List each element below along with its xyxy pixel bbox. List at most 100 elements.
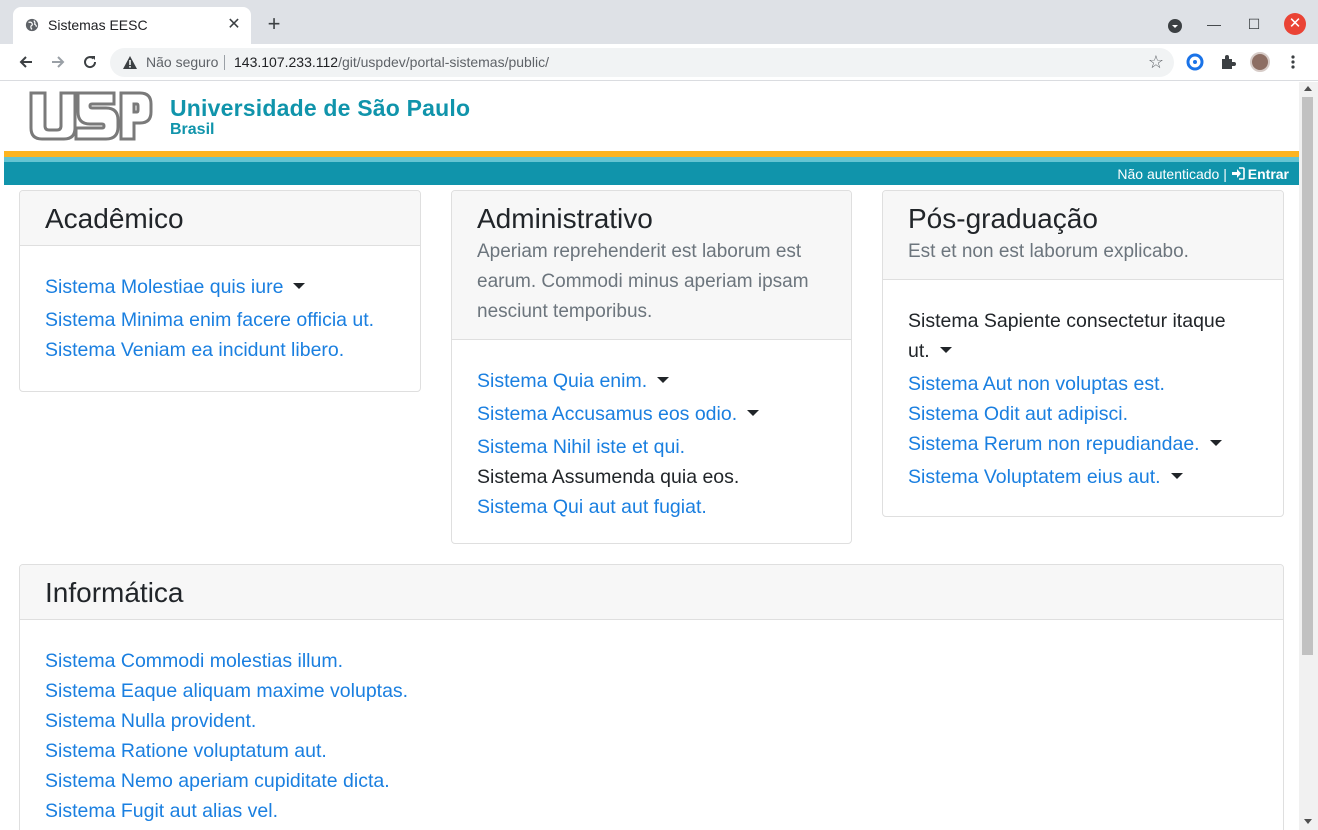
url-path: /git/uspdev/portal-sistemas/public/ (338, 54, 549, 70)
kebab-menu-icon[interactable] (1283, 52, 1303, 72)
back-button[interactable] (14, 50, 38, 74)
new-tab-button[interactable]: + (262, 13, 286, 37)
minimize-button[interactable]: — (1202, 12, 1226, 36)
scrollbar-thumb[interactable] (1302, 97, 1313, 655)
card-body: Sistema Quia enim. Sistema Accusamus eos… (452, 340, 851, 536)
list-item: Sistema Assumenda quia eos. (477, 462, 826, 492)
card-title: Informática (45, 577, 184, 608)
list-item: Sistema Quia enim. (477, 366, 826, 396)
forward-button[interactable] (46, 50, 70, 74)
system-link[interactable]: Sistema Nulla provident. (45, 710, 256, 732)
system-link[interactable]: Sistema Commodi molestias illum. (45, 650, 343, 672)
globe-icon (25, 18, 39, 32)
system-link[interactable]: Sistema Rerum non repudiandae. (908, 433, 1200, 455)
country-label: Brasil (170, 121, 215, 138)
system-link[interactable]: Sistema Nihil iste et qui. (477, 436, 685, 458)
list-item: Sistema Veniam ea incidunt libero. (45, 335, 395, 365)
system-link[interactable]: Sistema Qui aut aut fugiat. (477, 496, 707, 518)
scroll-down-icon[interactable] (1304, 819, 1312, 824)
auth-bar: Não autenticado | Entrar (4, 162, 1299, 185)
puzzle-extensions-icon[interactable] (1218, 52, 1238, 72)
maximize-button[interactable]: ☐ (1242, 12, 1266, 36)
card-header: Informática (20, 565, 1283, 620)
close-window-button[interactable]: ✕ (1284, 13, 1306, 35)
caret-down-icon[interactable] (657, 377, 670, 383)
system-link[interactable]: Sistema Voluptatem eius aut. (908, 466, 1161, 488)
system-link[interactable]: Sistema Fugit aut alias vel. (45, 800, 278, 822)
caret-down-icon[interactable] (1209, 440, 1222, 446)
list-item: Sistema Nihil iste et qui. (477, 432, 826, 462)
warning-icon[interactable] (123, 56, 137, 69)
list-item: Sistema Eaque aliquam maxime voluptas. (45, 676, 1258, 706)
address-bar[interactable]: Não seguro 143.107.233.112/git/uspdev/po… (110, 48, 1174, 77)
caret-down-icon[interactable] (293, 283, 306, 289)
list-item: Sistema Commodi molestias illum. (45, 646, 1258, 676)
card-title: Acadêmico (45, 203, 184, 234)
reload-icon (84, 56, 97, 69)
system-link[interactable]: Sistema Accusamus eos odio. (477, 403, 737, 425)
system-link[interactable]: Sistema Odit aut adipisci. (908, 403, 1128, 425)
card-header: Administrativo Aperiam reprehenderit est… (452, 191, 851, 340)
caret-down-icon[interactable] (939, 347, 952, 353)
card-body: Sistema Commodi molestias illum. Sistema… (20, 620, 1283, 830)
system-link[interactable]: Sistema Nemo aperiam cupiditate dicta. (45, 770, 390, 792)
scroll-up-icon[interactable] (1304, 86, 1312, 91)
caret-down-icon[interactable] (747, 410, 760, 416)
extension-refresh-icon[interactable] (1185, 52, 1205, 72)
caret-down-icon[interactable] (1170, 473, 1183, 479)
system-link[interactable]: Sistema Minima enim facere officia ut. (45, 309, 374, 331)
list-item: Sistema Molestiae quis iure (45, 272, 395, 302)
tab-strip: Sistemas EESC ✕ + — ☐ ✕ (0, 0, 1318, 44)
browser-toolbar: Não seguro 143.107.233.112/git/uspdev/po… (0, 44, 1318, 81)
auth-status: Não autenticado | (1117, 166, 1227, 182)
system-link[interactable]: Sistema Veniam ea incidunt libero. (45, 339, 344, 361)
card-header: Acadêmico (20, 191, 420, 246)
list-item: Sistema Nemo aperiam cupiditate dicta. (45, 766, 1258, 796)
list-item: Sistema Nulla provident. (45, 706, 1258, 736)
system-link[interactable]: Sistema Eaque aliquam maxime voluptas. (45, 680, 408, 702)
list-item: Sistema Fugit aut alias vel. (45, 796, 1258, 826)
login-link[interactable]: Entrar (1231, 166, 1289, 182)
university-name: Universidade de São Paulo (170, 95, 471, 121)
divider (224, 55, 225, 70)
list-item: Sistema Ratione voluptatum aut. (45, 736, 1258, 766)
list-item: Sistema Voluptatem eius aut. (908, 462, 1243, 492)
card-header: Pós-graduação Est et non est laborum exp… (883, 191, 1283, 280)
browser-tab[interactable]: Sistemas EESC ✕ (13, 7, 251, 44)
list-item: Sistema Aut non voluptas est. (908, 369, 1243, 399)
card-subtitle: Est et non est laborum explicabo. (908, 241, 1189, 262)
vertical-scrollbar[interactable] (1299, 82, 1318, 830)
bookmark-star-icon[interactable]: ☆ (1148, 52, 1164, 73)
card-academico: Acadêmico Sistema Molestiae quis iure Si… (19, 190, 421, 392)
system-link[interactable]: Sistema Aut non voluptas est. (908, 373, 1165, 395)
list-item: Sistema Sapiente consectetur itaque ut. (908, 306, 1243, 366)
tab-title: Sistemas EESC (48, 17, 148, 33)
list-item: Sistema Qui aut aut fugiat. (477, 492, 826, 522)
list-item: Sistema Rerum non repudiandae. (908, 429, 1243, 459)
sign-in-icon (1231, 167, 1245, 180)
close-tab-icon[interactable]: ✕ (225, 16, 243, 34)
system-link[interactable]: Sistema Ratione voluptatum aut. (45, 740, 327, 762)
system-label: Sistema Sapiente consectetur itaque ut. (908, 310, 1226, 362)
login-label: Entrar (1247, 166, 1289, 182)
system-link[interactable]: Sistema Quia enim. (477, 370, 647, 392)
usp-logo[interactable] (28, 90, 154, 142)
profile-avatar[interactable] (1250, 52, 1270, 72)
not-secure-label[interactable]: Não seguro (146, 54, 218, 70)
list-item: Sistema Accusamus eos odio. (477, 399, 826, 429)
site-header: Universidade de São Paulo Brasil Não aut… (4, 82, 1299, 185)
chrome-menu-dropdown-icon[interactable] (1168, 19, 1182, 33)
list-item: Sistema Minima enim facere officia ut. (45, 305, 395, 335)
card-administrativo: Administrativo Aperiam reprehenderit est… (451, 190, 852, 544)
page-viewport: Universidade de São Paulo Brasil Não aut… (4, 82, 1299, 830)
card-body: Sistema Sapiente consectetur itaque ut. … (883, 280, 1283, 509)
system-link[interactable]: Sistema Molestiae quis iure (45, 276, 283, 298)
reload-button[interactable] (78, 50, 102, 74)
url-host: 143.107.233.112 (234, 54, 339, 70)
card-subtitle: Aperiam reprehenderit est laborum est ea… (477, 241, 809, 322)
url-text[interactable]: 143.107.233.112/git/uspdev/portal-sistem… (234, 54, 549, 70)
arrow-right-icon (52, 56, 65, 68)
card-title: Administrativo (477, 203, 653, 234)
list-item: Sistema Odit aut adipisci. (908, 399, 1243, 429)
arrow-left-icon (19, 56, 32, 68)
